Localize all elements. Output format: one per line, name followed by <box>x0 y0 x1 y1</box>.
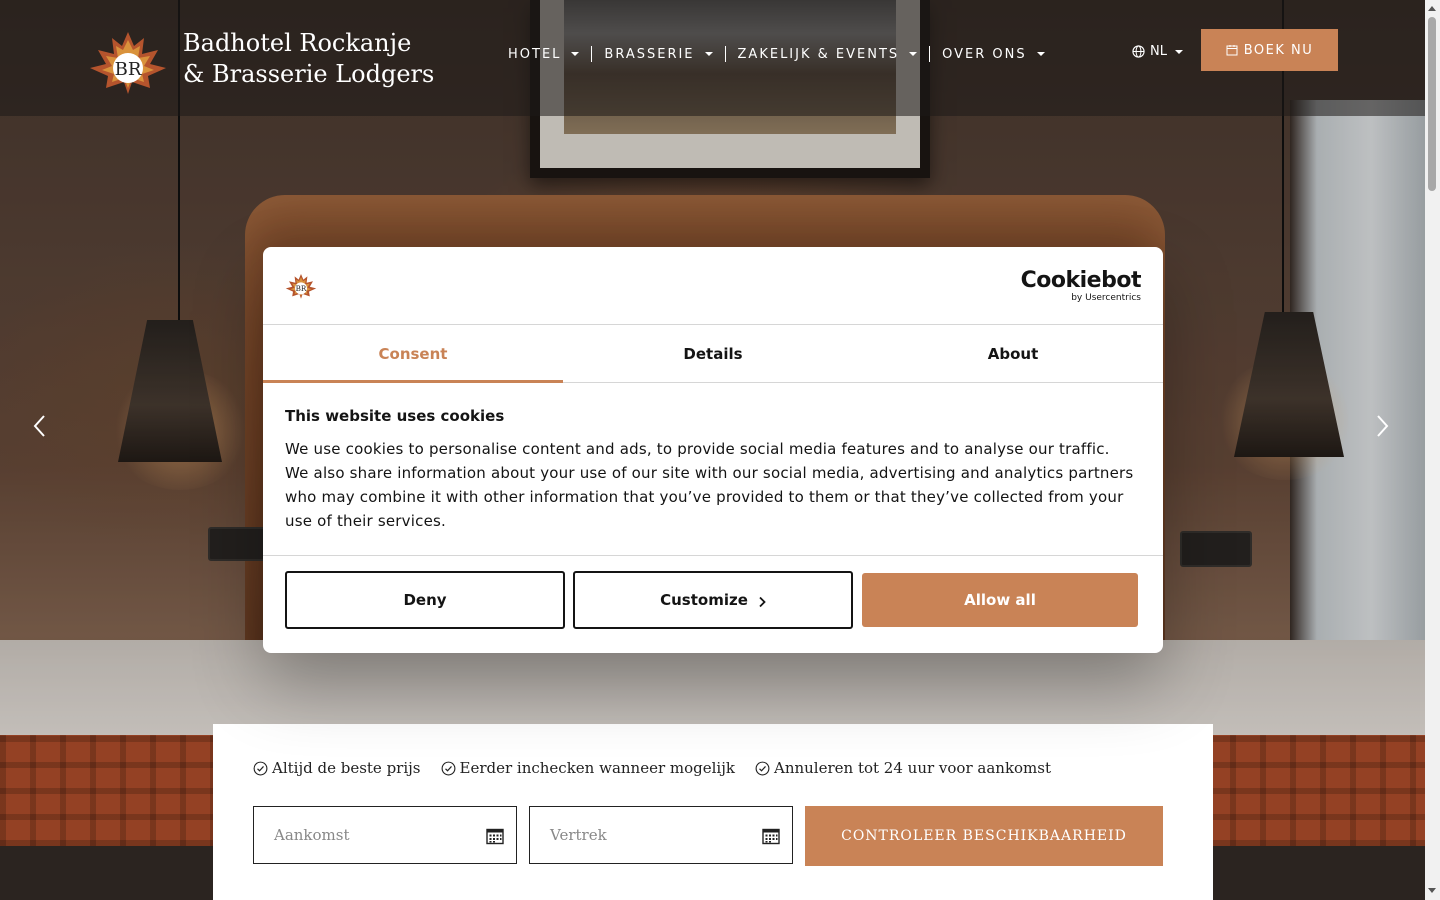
cookie-dialog-title: This website uses cookies <box>285 407 505 425</box>
nav-item-over-ons[interactable]: OVER ONS <box>930 44 1057 64</box>
usp-label: Altijd de beste prijs <box>272 759 421 777</box>
allow-all-label: Allow all <box>964 591 1036 609</box>
customize-label: Customize <box>660 591 748 609</box>
cookiebot-name: Cookiebot <box>1020 268 1142 293</box>
caret-down-icon <box>1036 52 1045 56</box>
nav-item-zakelijk-events[interactable]: ZAKELIJK & EVENTS <box>726 44 930 64</box>
calendar-icon[interactable] <box>486 827 504 845</box>
book-now-button[interactable]: BOEK NU <box>1201 29 1338 71</box>
cookie-dialog-header: BR Cookiebot by Usercentrics <box>263 247 1163 325</box>
calendar-icon <box>1226 45 1238 56</box>
language-label: NL <box>1150 44 1167 59</box>
tab-details[interactable]: Details <box>563 325 863 382</box>
scrollbar-thumb[interactable] <box>1428 17 1436 191</box>
main-nav: HOTEL BRASSERIE ZAKELIJK & EVENTS OVER O… <box>508 44 1057 64</box>
svg-text:BR: BR <box>296 284 307 293</box>
brand-name[interactable]: Badhotel Rockanje & Brasserie Lodgers <box>183 28 434 90</box>
cookie-dialog-body: This website uses cookies We use cookies… <box>285 407 1135 533</box>
caret-down-icon <box>704 52 713 56</box>
caret-down-icon <box>909 52 918 56</box>
nav-item-hotel[interactable]: HOTEL <box>508 44 591 64</box>
booking-widget: Altijd de beste prijs Eerder inchecken w… <box>213 724 1213 900</box>
caret-down-icon <box>571 52 580 56</box>
cookie-consent-dialog: BR Cookiebot by Usercentrics Consent Det… <box>263 247 1163 653</box>
svg-text:BR: BR <box>115 59 142 80</box>
customize-button[interactable]: Customize <box>573 571 853 629</box>
nav-item-label: BRASSERIE <box>604 46 695 62</box>
cookie-dialog-text: We use cookies to personalise content an… <box>285 440 1134 530</box>
arrival-date-field[interactable]: Aankomst <box>253 806 517 864</box>
caret-down-icon <box>1174 49 1183 54</box>
page-scrollbar[interactable] <box>1425 0 1440 900</box>
chevron-right-icon <box>1377 415 1389 437</box>
brand-line-1: Badhotel Rockanje <box>183 29 412 57</box>
brand-line-2: & Brasserie Lodgers <box>183 60 435 88</box>
allow-all-button[interactable]: Allow all <box>862 573 1138 627</box>
check-availability-label: CONTROLEER BESCHIKBAARHEID <box>841 828 1127 844</box>
departure-placeholder: Vertrek <box>550 826 607 844</box>
nav-item-label: OVER ONS <box>942 46 1027 62</box>
nav-item-brasserie[interactable]: BRASSERIE <box>592 44 724 64</box>
tab-consent[interactable]: Consent <box>263 325 563 383</box>
usp-item: Eerder inchecken wanneer mogelijk <box>441 759 735 777</box>
carousel-next-button[interactable] <box>1370 412 1394 440</box>
divider <box>263 555 1163 556</box>
nav-item-label: ZAKELIJK & EVENTS <box>737 46 900 62</box>
chevron-left-icon <box>33 415 45 437</box>
cookie-tabs: Consent Details About <box>263 325 1163 383</box>
usp-item: Altijd de beste prijs <box>253 759 421 777</box>
tab-label: About <box>987 344 1039 363</box>
usp-list: Altijd de beste prijs Eerder inchecken w… <box>253 759 1071 777</box>
calendar-icon[interactable] <box>762 827 780 845</box>
book-now-label: BOEK NU <box>1243 42 1314 58</box>
scroll-up-arrow-icon[interactable] <box>1428 6 1436 11</box>
deny-button[interactable]: Deny <box>285 571 565 629</box>
usp-label: Eerder inchecken wanneer mogelijk <box>459 759 735 777</box>
check-circle-icon <box>441 761 455 775</box>
check-circle-icon <box>253 761 268 775</box>
tab-label: Consent <box>378 344 448 363</box>
logo-maple-leaf: BR <box>285 274 317 299</box>
language-selector[interactable]: NL <box>1132 44 1183 59</box>
carousel-prev-button[interactable] <box>28 412 52 440</box>
deny-label: Deny <box>403 591 447 609</box>
logo-maple-leaf[interactable]: BR <box>88 30 168 94</box>
departure-date-field[interactable]: Vertrek <box>529 806 793 864</box>
cookiebot-logo[interactable]: Cookiebot by Usercentrics <box>1020 268 1142 304</box>
cookiebot-by: by Usercentrics <box>1071 293 1141 303</box>
tab-label: Details <box>683 344 743 363</box>
globe-icon <box>1132 45 1145 58</box>
check-circle-icon <box>755 761 770 775</box>
tab-about[interactable]: About <box>863 325 1163 382</box>
scroll-down-arrow-icon[interactable] <box>1428 888 1436 893</box>
check-availability-button[interactable]: CONTROLEER BESCHIKBAARHEID <box>805 806 1163 866</box>
usp-label: Annuleren tot 24 uur voor aankomst <box>773 759 1052 777</box>
nav-item-label: HOTEL <box>508 46 562 62</box>
site-header: BR Badhotel Rockanje & Brasserie Lodgers… <box>0 0 1425 116</box>
chevron-right-icon <box>759 596 766 608</box>
usp-item: Annuleren tot 24 uur voor aankomst <box>755 759 1051 777</box>
arrival-placeholder: Aankomst <box>274 826 350 844</box>
